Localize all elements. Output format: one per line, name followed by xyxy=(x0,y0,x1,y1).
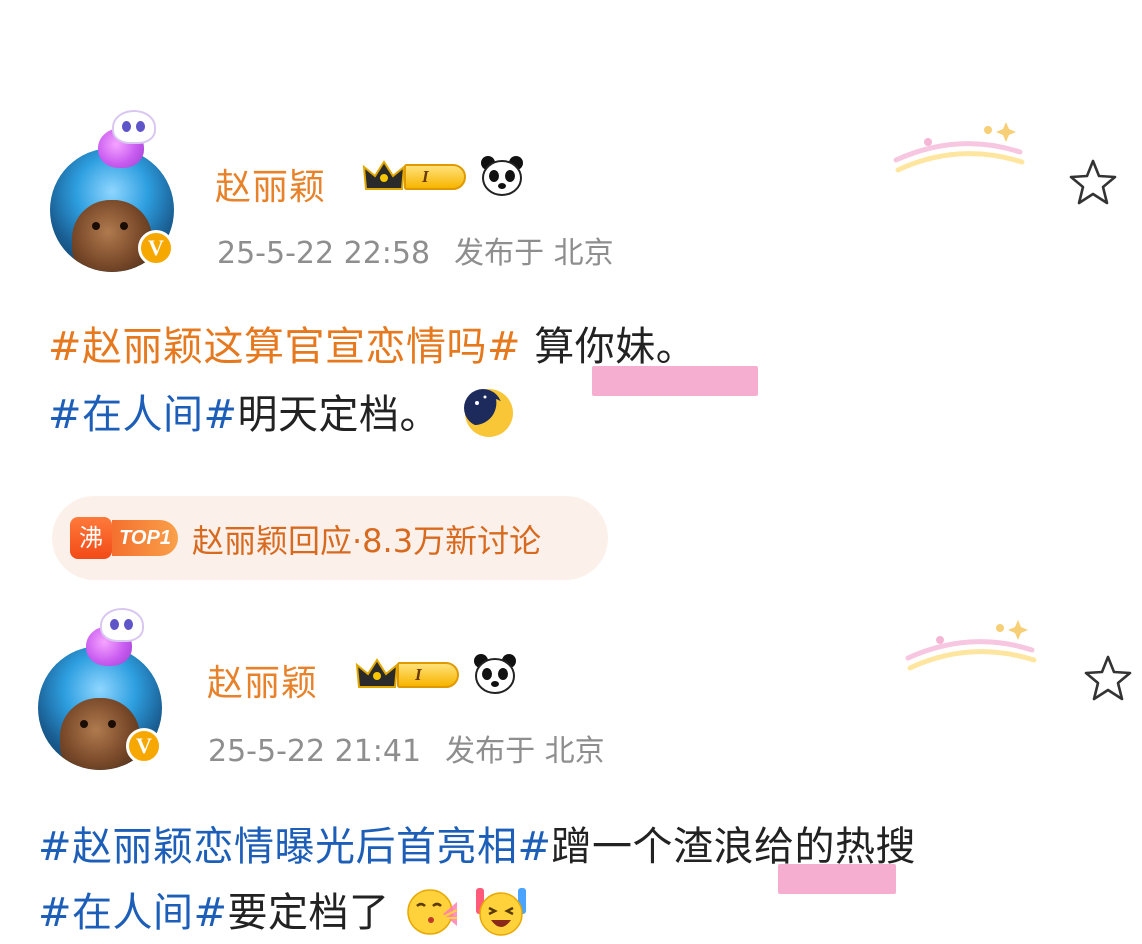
hashtag-link[interactable]: #赵丽颖恋情曝光后首亮相# xyxy=(38,824,552,870)
post-time: 25-5-22 21:41 xyxy=(208,734,422,769)
hashtag-link[interactable]: #在人间# xyxy=(48,392,238,438)
post-text: 算你妹。 xyxy=(521,324,697,370)
hot-search-text: 赵丽颖回应·8.3万新讨论 xyxy=(192,522,542,560)
hashtag-link[interactable]: #赵丽颖这算官宣恋情吗# xyxy=(48,324,521,370)
sparkle-decoration-icon xyxy=(905,620,1037,671)
avatar-pendant-icon xyxy=(86,608,150,668)
post-text: 要定档了 xyxy=(227,890,390,936)
user-name[interactable]: 赵丽颖 xyxy=(215,158,326,210)
hot-search-banner[interactable]: 沸 TOP1 赵丽颖回应·8.3万新讨论 xyxy=(52,496,608,580)
blowing-kiss-emoji-icon xyxy=(407,889,458,935)
post-text-line: #在人间#明天定档。 xyxy=(48,382,515,443)
weibo-post-1: V 赵丽颖 I 25-5-22 22:58 发布于 北京 #赵丽颖这算官宣恋情吗# xyxy=(0,0,1142,590)
star-icon[interactable] xyxy=(1068,157,1118,207)
user-badges: I xyxy=(355,653,525,697)
level-badge: I xyxy=(404,164,466,190)
user-badges: I xyxy=(362,155,532,199)
level-badge: I xyxy=(397,662,459,688)
sparkle-decoration-icon xyxy=(893,122,1025,173)
verified-badge-icon: V xyxy=(126,728,162,764)
post-text: 蹭一个渣浪给的热搜 xyxy=(551,824,917,870)
user-name[interactable]: 赵丽颖 xyxy=(207,654,318,706)
avatar-pendant-icon xyxy=(98,110,162,170)
post-text-line: #在人间#要定档了 xyxy=(38,880,528,942)
post-time: 25-5-22 22:58 xyxy=(217,236,431,271)
post-text: 明天定档。 xyxy=(237,392,441,438)
post-text-line: #赵丽颖这算官宣恋情吗# 算你妹。 xyxy=(48,314,696,372)
panda-icon xyxy=(481,156,523,196)
post-text-line: #赵丽颖恋情曝光后首亮相#蹭一个渣浪给的热搜 xyxy=(38,814,916,872)
moon-face-emoji-icon xyxy=(464,389,514,437)
avatar-group[interactable]: V xyxy=(50,110,180,272)
post-meta: 25-5-22 21:41 发布于 北京 xyxy=(208,726,605,770)
avatar-group[interactable]: V xyxy=(38,608,168,770)
post-location: 发布于 北京 xyxy=(445,734,605,769)
avatar-dog-image xyxy=(72,200,152,272)
post-meta: 25-5-22 22:58 发布于 北京 xyxy=(217,228,614,272)
crown-icon xyxy=(362,160,406,190)
star-icon[interactable] xyxy=(1083,653,1133,703)
crown-icon xyxy=(355,658,399,688)
verified-badge-icon: V xyxy=(138,230,174,266)
post-location: 发布于 北京 xyxy=(454,236,614,271)
panda-icon xyxy=(474,654,516,694)
weibo-post-2: V 赵丽颖 I 25-5-22 21:41 发布于 北京 #赵丽颖恋情曝光后首亮相 xyxy=(0,590,1142,944)
avatar-dog-image xyxy=(60,698,140,770)
party-face-emoji-icon xyxy=(475,888,526,936)
hashtag-link[interactable]: #在人间# xyxy=(38,890,228,936)
rank-badge: TOP1 xyxy=(112,520,178,556)
hot-icon: 沸 xyxy=(70,517,112,559)
